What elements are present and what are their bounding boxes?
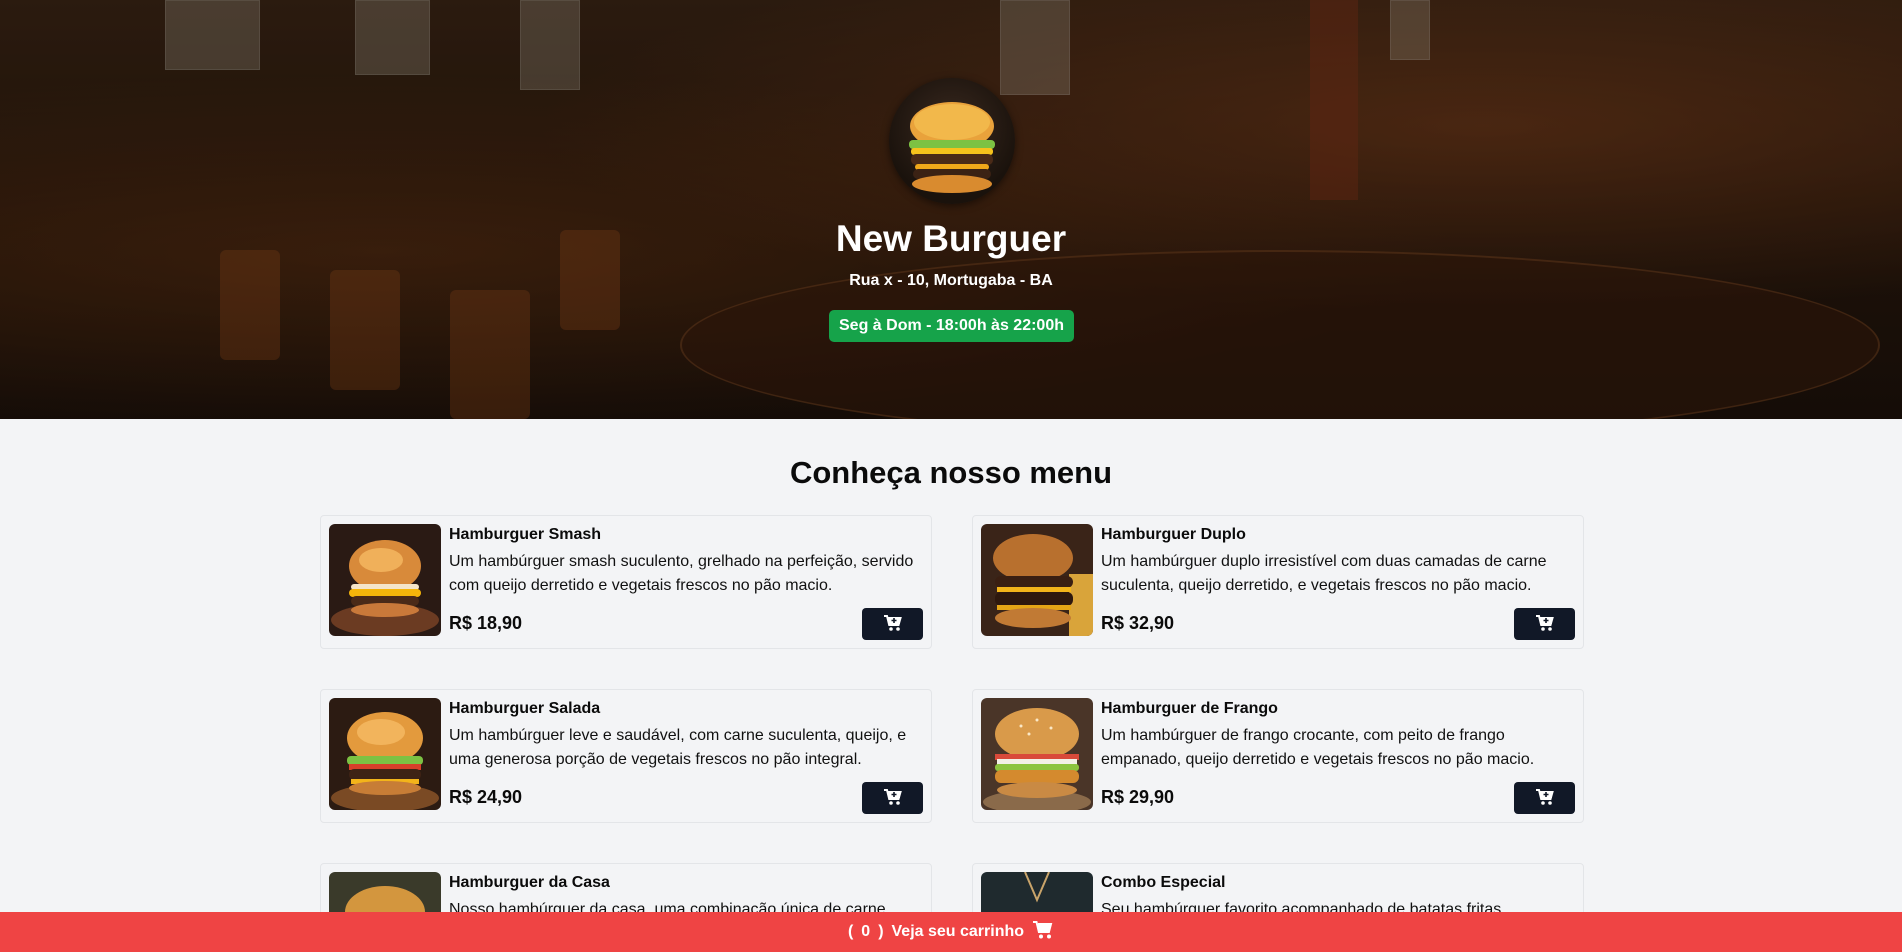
cart-open-paren: ( — [847, 923, 854, 940]
menu-item-description: Um hambúrguer duplo irresistível com dua… — [1101, 553, 1547, 594]
cart-count: 0 — [861, 923, 871, 940]
hero-overlay — [0, 0, 1902, 419]
burger-logo-icon — [889, 78, 1015, 204]
menu-title: Conheça nosso menu — [789, 455, 1113, 490]
cart-count-group: ( 0 ) — [848, 923, 884, 941]
burger-chicken-image — [981, 698, 1093, 810]
cart-plus-icon — [1535, 788, 1555, 809]
menu-item-description: Um hambúrguer de frango crocante, com pe… — [1101, 727, 1535, 768]
burger-smash-image — [329, 524, 441, 636]
view-cart-label: Veja seu carrinho — [891, 923, 1025, 940]
menu-item-name: Hamburguer da Casa — [449, 874, 610, 891]
menu-item-price: R$ 18,90 — [449, 613, 523, 633]
menu-item-description: Um hambúrguer leve e saudável, com carne… — [449, 727, 907, 768]
menu-item-name: Hamburguer de Frango — [1101, 700, 1278, 717]
menu-item-card: Hamburguer Smash Um hambúrguer smash suc… — [320, 515, 932, 649]
menu-item-name: Hamburguer Smash — [449, 526, 602, 543]
restaurant-name: New Burguer — [835, 218, 1067, 259]
cart-plus-icon — [883, 788, 903, 809]
hero-banner: New Burguer Rua x - 10, Mortugaba - BA S… — [0, 0, 1902, 419]
menu-item-price: R$ 32,90 — [1101, 613, 1175, 633]
cart-close-paren: ) — [878, 923, 884, 940]
menu-item-card: Hamburguer de Frango Um hambúrguer de fr… — [972, 689, 1584, 823]
menu-item-price: R$ 29,90 — [1101, 787, 1175, 807]
add-to-cart-button[interactable] — [1514, 782, 1575, 814]
burger-double-image — [981, 524, 1093, 636]
cart-plus-icon — [883, 614, 903, 635]
add-to-cart-button[interactable] — [1514, 608, 1575, 640]
burger-salad-image — [329, 698, 441, 810]
restaurant-address: Rua x - 10, Mortugaba - BA — [849, 272, 1053, 289]
cart-plus-icon — [1535, 614, 1555, 635]
add-to-cart-button[interactable] — [862, 608, 923, 640]
menu-item-price: R$ 24,90 — [449, 787, 523, 807]
menu-item-card: Hamburguer Salada Um hambúrguer leve e s… — [320, 689, 932, 823]
menu-item-card: Hamburguer Duplo Um hambúrguer duplo irr… — [972, 515, 1584, 649]
view-cart-bar[interactable]: ( 0 ) Veja seu carrinho — [0, 912, 1902, 952]
menu-item-description: Um hambúrguer smash suculento, grelhado … — [449, 553, 914, 594]
menu-item-name: Hamburguer Salada — [449, 700, 601, 717]
add-to-cart-button[interactable] — [862, 782, 923, 814]
opening-hours-badge: Seg à Dom - 18:00h às 22:00h — [829, 310, 1074, 342]
menu-item-name: Hamburguer Duplo — [1101, 526, 1246, 543]
menu-item-name: Combo Especial — [1101, 874, 1226, 891]
cart-icon — [1032, 920, 1054, 945]
